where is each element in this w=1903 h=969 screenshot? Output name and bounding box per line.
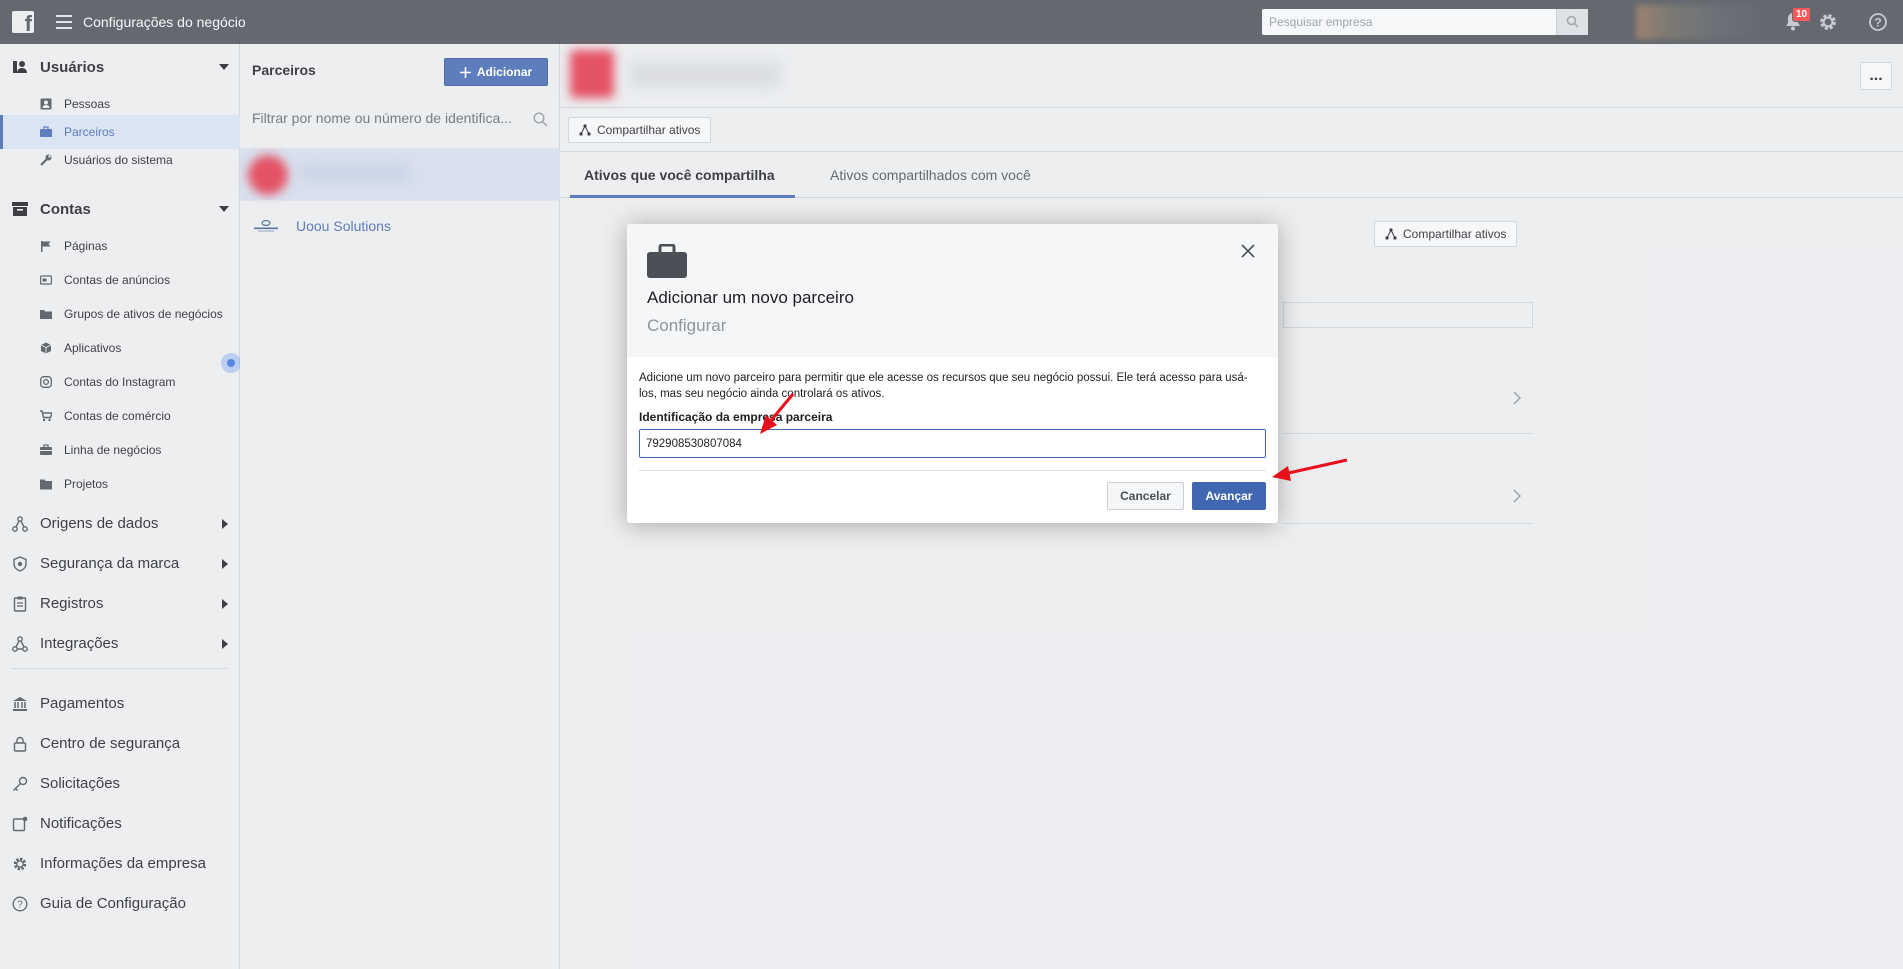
dialog-divider xyxy=(639,470,1266,471)
partner-id-label: Identificação da empresa parceira xyxy=(639,410,833,424)
dialog-title: Adicionar um novo parceiro xyxy=(647,288,854,307)
close-icon[interactable] xyxy=(1241,244,1255,258)
cancel-button[interactable]: Cancelar xyxy=(1107,482,1184,510)
partner-id-input[interactable] xyxy=(639,429,1266,458)
add-partner-dialog: Adicionar um novo parceiro Configurar Ad… xyxy=(627,224,1278,523)
briefcase-icon xyxy=(647,244,687,278)
dialog-description: Adicione um novo parceiro para permitir … xyxy=(639,372,1248,400)
dialog-step: Configurar xyxy=(647,316,727,335)
next-button[interactable]: Avançar xyxy=(1192,482,1266,510)
dialog-header: Adicionar um novo parceiro Configurar xyxy=(627,224,1278,357)
